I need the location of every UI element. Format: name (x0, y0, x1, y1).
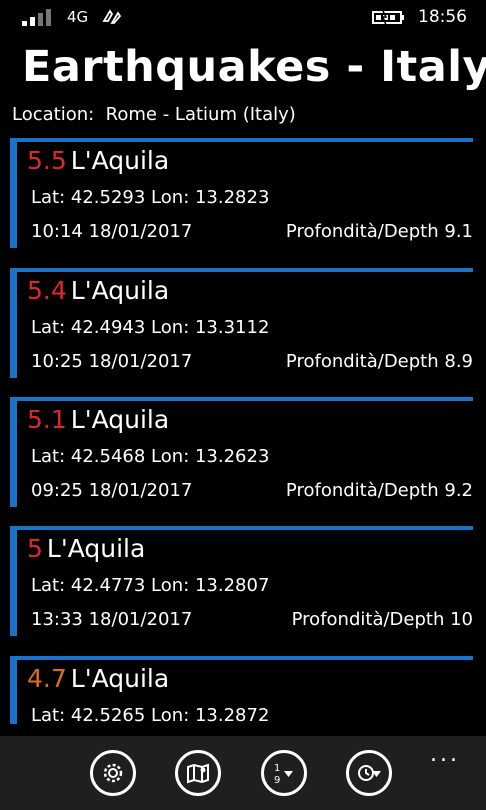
date-time: 09:25 18/01/2017 (31, 480, 193, 501)
depth: Profondità/Depth 9.2 (285, 480, 473, 501)
depth: Profondità/Depth 8.9 (285, 351, 473, 372)
status-bar: 4G 18:56 (0, 0, 486, 36)
depth: Profondità/Depth 10 (291, 609, 473, 630)
data-transfer-icon (102, 9, 122, 24)
earthquake-item[interactable]: 4.7 L'Aquila Lat: 42.5265 Lon: 13.2872 (10, 656, 473, 724)
coordinates: Lat: 42.4773 Lon: 13.2807 (31, 575, 270, 596)
coordinates: Lat: 42.5293 Lon: 13.2823 (31, 187, 270, 208)
network-type: 4G (67, 8, 89, 26)
depth: Profondità/Depth 9.1 (285, 221, 473, 242)
earthquake-heading: 5 L'Aquila (27, 534, 145, 563)
date-time: 13:33 18/01/2017 (31, 609, 193, 630)
map-button[interactable] (175, 750, 221, 796)
place-name: L'Aquila (46, 534, 146, 563)
coordinates: Lat: 42.5468 Lon: 13.2623 (31, 446, 270, 467)
place-name: L'Aquila (70, 276, 170, 305)
coordinates: Lat: 42.4943 Lon: 13.3112 (31, 317, 270, 338)
time-filter-button[interactable] (346, 750, 392, 796)
date-time: 10:25 18/01/2017 (31, 351, 193, 372)
earthquake-list[interactable]: 5.5 L'Aquila Lat: 42.5293 Lon: 13.2823 10… (0, 138, 486, 724)
earthquake-item[interactable]: 5.4 L'Aquila Lat: 42.4943 Lon: 13.3112 10… (10, 268, 473, 378)
svg-text:9: 9 (274, 775, 280, 786)
sort-numeric-icon: 1 9 (274, 763, 293, 786)
map-icon (187, 763, 209, 784)
location-value: Rome - Latium (Italy) (105, 104, 296, 125)
coordinates: Lat: 42.5265 Lon: 13.2872 (31, 705, 270, 724)
date-time: 10:14 18/01/2017 (31, 221, 193, 242)
location-line: Location: Rome - Latium (Italy) (12, 104, 296, 125)
app-bar: 1 9 ... (0, 736, 486, 810)
earthquake-item[interactable]: 5.1 L'Aquila Lat: 42.5468 Lon: 13.2623 09… (10, 397, 473, 507)
gear-icon (103, 763, 123, 783)
earthquake-item[interactable]: 5 L'Aquila Lat: 42.4773 Lon: 13.2807 13:3… (10, 526, 473, 636)
place-name: L'Aquila (70, 405, 170, 434)
earthquake-heading: 4.7 L'Aquila (27, 664, 169, 693)
page-title: Earthquakes - Italy (22, 42, 486, 92)
magnitude-value: 5.4 (27, 276, 67, 305)
more-options-button[interactable]: ... (430, 742, 460, 767)
settings-button[interactable] (90, 750, 136, 796)
clock-time: 18:56 (418, 7, 467, 27)
battery-charging-icon (372, 9, 404, 25)
place-name: L'Aquila (70, 664, 170, 693)
place-name: L'Aquila (70, 146, 170, 175)
earthquake-heading: 5.5 L'Aquila (27, 146, 169, 175)
magnitude-value: 5 (27, 534, 43, 563)
magnitude-value: 4.7 (27, 664, 67, 693)
clock-filter-icon (358, 765, 381, 781)
magnitude-value: 5.5 (27, 146, 67, 175)
signal-strength-icon (22, 9, 51, 26)
earthquake-heading: 5.4 L'Aquila (27, 276, 169, 305)
sort-button[interactable]: 1 9 (261, 750, 307, 796)
magnitude-value: 5.1 (27, 405, 67, 434)
svg-text:1: 1 (274, 763, 280, 774)
earthquake-item[interactable]: 5.5 L'Aquila Lat: 42.5293 Lon: 13.2823 10… (10, 138, 473, 248)
earthquake-heading: 5.1 L'Aquila (27, 405, 169, 434)
location-label: Location: (12, 104, 95, 125)
